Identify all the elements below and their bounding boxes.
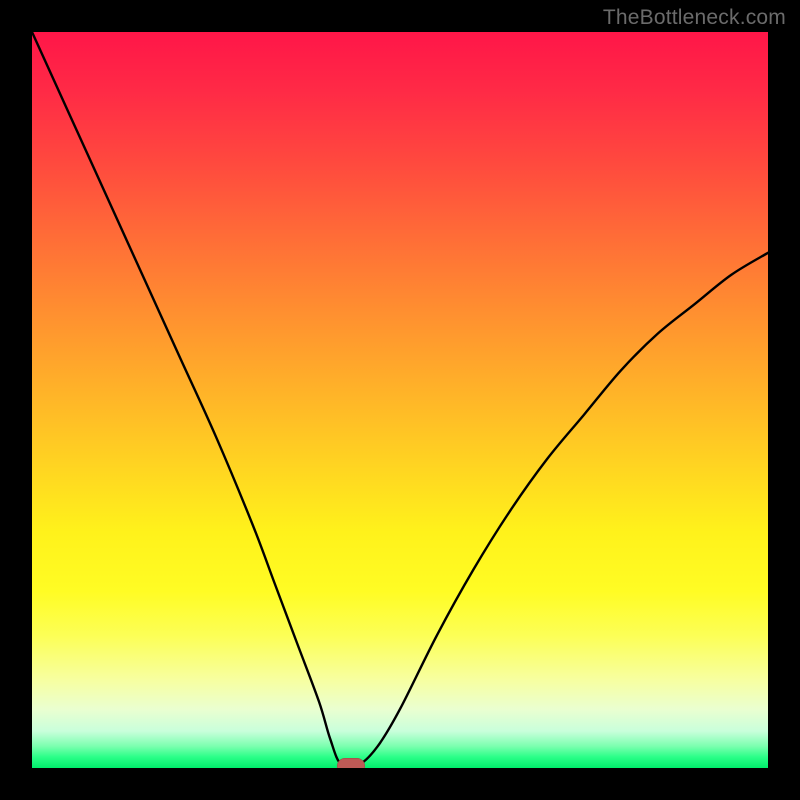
- chart-frame: TheBottleneck.com: [0, 0, 800, 800]
- watermark-text: TheBottleneck.com: [603, 6, 786, 30]
- plot-area: [32, 32, 768, 768]
- optimal-point-marker: [337, 758, 365, 768]
- bottleneck-curve: [32, 32, 768, 768]
